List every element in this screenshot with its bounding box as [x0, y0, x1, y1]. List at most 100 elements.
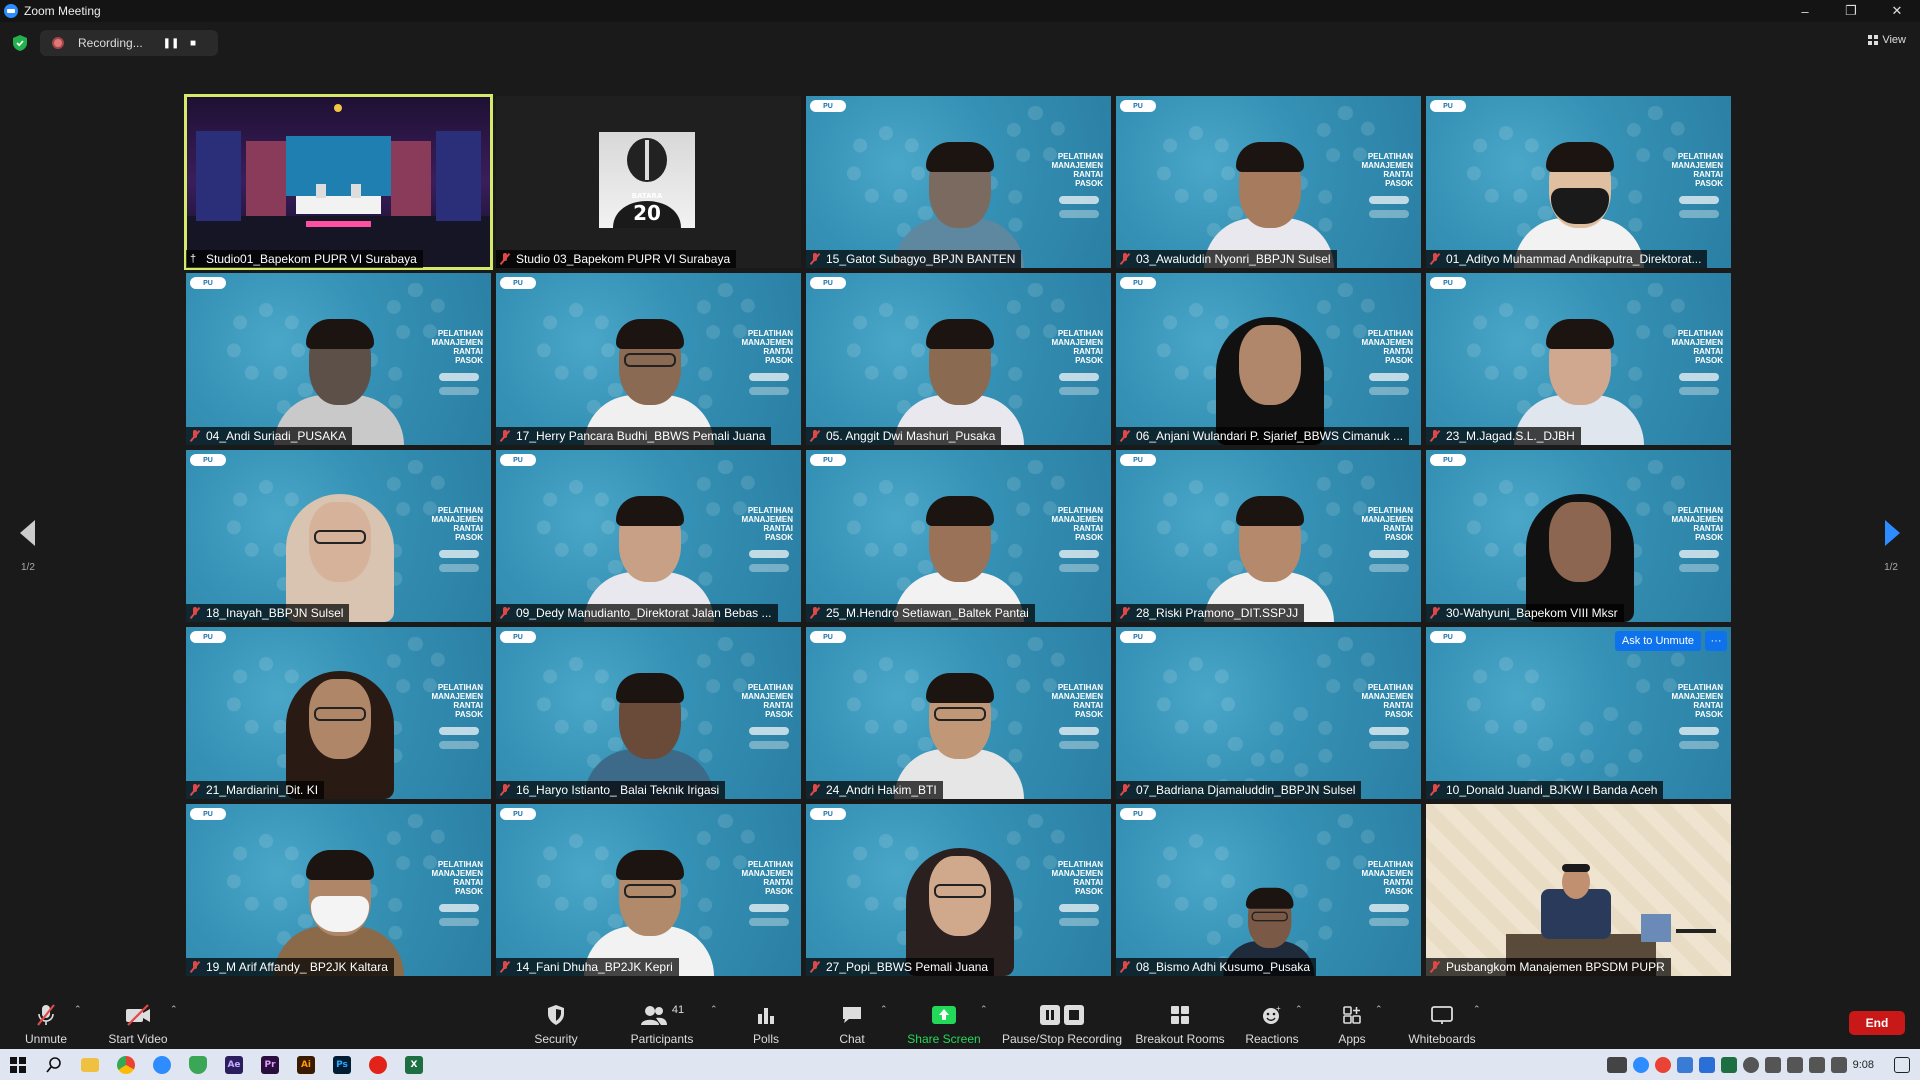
- participant-tile[interactable]: † Studio01_Bapekom PUPR VI Surabaya: [184, 94, 493, 270]
- banner-subtitle-pill: [1059, 564, 1099, 572]
- illustrator-icon[interactable]: Ai: [288, 1049, 324, 1080]
- unmute-button[interactable]: Unmute: [18, 990, 74, 1048]
- vpn-shield-icon[interactable]: [180, 1049, 216, 1080]
- acrobat-icon[interactable]: [360, 1049, 396, 1080]
- microphone-muted-icon: [1430, 784, 1440, 796]
- photoshop-icon[interactable]: Ps: [324, 1049, 360, 1080]
- after-effects-icon[interactable]: Ae: [216, 1049, 252, 1080]
- polls-button[interactable]: Polls: [744, 990, 788, 1048]
- banner-text: RANTAI PASOK: [763, 701, 793, 719]
- encryption-shield-icon[interactable]: [12, 34, 28, 52]
- participant-tile[interactable]: PU PELATIHAN MANAJEMEN RANTAI PASOK 25_M.Hen…: [806, 450, 1111, 622]
- zoom-tray-icon[interactable]: [1632, 1056, 1649, 1073]
- participant-tile[interactable]: 20 BATARA Studio 03_Bapekom PUPR VI Suraba…: [496, 96, 801, 268]
- reactions-label: Reactions: [1245, 1032, 1299, 1046]
- participant-tile[interactable]: PU PELATIHAN MANAJEMEN RANTAI PASOK 16_Haryo…: [496, 627, 801, 799]
- participant-tile[interactable]: PU PELATIHAN MANAJEMEN RANTAI PASOK 21_Mardi…: [186, 627, 491, 799]
- participant-tile[interactable]: Pusbangkom Manajemen BPSDM PUPR: [1426, 804, 1731, 976]
- volume-icon[interactable]: [1786, 1056, 1803, 1073]
- whiteboards-caret-icon[interactable]: ⌃: [1473, 1004, 1481, 1015]
- participant-tile[interactable]: PU PELATIHAN MANAJEMEN RANTAI PASOK 23_M.Jag…: [1426, 273, 1731, 445]
- participant-tile[interactable]: PU PELATIHAN MANAJEMEN RANTAI PASOK 06_Anjan…: [1116, 273, 1421, 445]
- reactions-button[interactable]: + Reactions: [1244, 990, 1300, 1048]
- security-button[interactable]: Security: [530, 990, 582, 1048]
- more-options-button[interactable]: ···: [1705, 631, 1727, 651]
- pu-logo: PU: [810, 277, 846, 289]
- participant-tile[interactable]: PU PELATIHAN MANAJEMEN RANTAI PASOK 05. Angg…: [806, 273, 1111, 445]
- chat-button[interactable]: Chat: [828, 990, 876, 1048]
- participant-tile[interactable]: PU PELATIHAN MANAJEMEN RANTAI PASOK 18_Inaya…: [186, 450, 491, 622]
- window-title: Zoom Meeting: [24, 4, 101, 18]
- banner-text: PELATIHAN: [1367, 860, 1413, 869]
- apps-caret-icon[interactable]: ⌃: [1375, 1004, 1383, 1015]
- participant-name: 25_M.Hendro Setiawan_Baltek Pantai: [826, 606, 1029, 620]
- video-options-caret-icon[interactable]: ⌃: [170, 1004, 178, 1015]
- stop-recording-button[interactable]: ■: [182, 32, 204, 54]
- participant-tile[interactable]: PU PELATIHAN MANAJEMEN RANTAI PASOK 28_Riski…: [1116, 450, 1421, 622]
- next-page-arrow-icon[interactable]: [1885, 520, 1900, 546]
- participant-tile[interactable]: PU PELATIHAN MANAJEMEN RANTAI PASOK 17_Herry…: [496, 273, 801, 445]
- participant-tile[interactable]: PU PELATIHAN MANAJEMEN RANTAI PASOK 09_Dedy …: [496, 450, 801, 622]
- notifications-icon[interactable]: [1894, 1056, 1910, 1073]
- view-button[interactable]: View: [1868, 34, 1906, 46]
- participant-tile[interactable]: PU PELATIHAN MANAJEMEN RANTAI PASOK 03_Awalu…: [1116, 96, 1421, 268]
- share-screen-button[interactable]: Share Screen: [906, 990, 982, 1048]
- participant-tile[interactable]: PU PELATIHAN MANAJEMEN RANTAI PASOK 07_Badri…: [1116, 627, 1421, 799]
- previous-page-arrow-icon[interactable]: [20, 520, 35, 546]
- network-app-icon[interactable]: [1676, 1056, 1693, 1073]
- breakout-rooms-button[interactable]: Breakout Rooms: [1135, 990, 1225, 1048]
- participants-button[interactable]: 41 Participants: [628, 990, 696, 1048]
- pu-logo: PU: [1430, 100, 1466, 112]
- chat-label: Chat: [839, 1032, 865, 1046]
- bluetooth-icon[interactable]: [1698, 1056, 1715, 1073]
- participant-tile[interactable]: PU PELATIHAN MANAJEMEN RANTAI PASOK 30-Wahyu…: [1426, 450, 1731, 622]
- participant-tile[interactable]: PU PELATIHAN MANAJEMEN RANTAI PASOK 15_Gatot…: [806, 96, 1111, 268]
- participant-tile[interactable]: PU PELATIHAN MANAJEMEN RANTAI PASOK 14_Fani …: [496, 804, 801, 976]
- pause-recording-button[interactable]: ❚❚: [160, 32, 182, 54]
- participant-tile[interactable]: PU PELATIHAN MANAJEMEN RANTAI PASOK 27_Popi_…: [806, 804, 1111, 976]
- reactions-caret-icon[interactable]: ⌃: [1295, 1004, 1303, 1015]
- participant-tile[interactable]: PU PELATIHAN MANAJEMEN RANTAI PASOK Ask to U…: [1426, 627, 1731, 799]
- chrome-tray-icon[interactable]: [1654, 1056, 1671, 1073]
- participant-name-tag: 01_Adityo Muhammad Andikaputra_Direktora…: [1426, 250, 1708, 268]
- banner-text: PELATIHAN: [747, 860, 793, 869]
- keyboard-icon[interactable]: [1606, 1056, 1627, 1073]
- participant-tile[interactable]: PU PELATIHAN MANAJEMEN RANTAI PASOK 19_M Ari…: [186, 804, 491, 976]
- restore-button[interactable]: ❐: [1828, 0, 1874, 22]
- file-explorer-icon[interactable]: [72, 1049, 108, 1080]
- participant-tile[interactable]: PU PELATIHAN MANAJEMEN RANTAI PASOK 24_Andri…: [806, 627, 1111, 799]
- excel-icon[interactable]: X: [396, 1049, 432, 1080]
- camera-tray-icon[interactable]: [1764, 1056, 1781, 1073]
- search-icon[interactable]: [36, 1049, 72, 1080]
- office-room-image: [1506, 864, 1716, 976]
- whiteboards-button[interactable]: Whiteboards: [1404, 990, 1480, 1048]
- chrome-icon[interactable]: [108, 1049, 144, 1080]
- close-button[interactable]: ✕: [1874, 0, 1920, 22]
- apps-button[interactable]: Apps: [1332, 990, 1372, 1048]
- minimize-button[interactable]: –: [1782, 0, 1828, 22]
- banner-subtitle-pill: [749, 918, 789, 926]
- wifi-icon[interactable]: [1830, 1056, 1847, 1073]
- display-icon[interactable]: [1808, 1056, 1825, 1073]
- participant-tile[interactable]: PU PELATIHAN MANAJEMEN RANTAI PASOK 08_Bismo…: [1116, 804, 1421, 976]
- training-banner: PELATIHAN MANAJEMEN RANTAI PASOK: [1355, 329, 1413, 365]
- share-screen-caret-icon[interactable]: ⌃: [980, 1004, 988, 1015]
- ask-to-unmute-button[interactable]: Ask to Unmute: [1614, 631, 1701, 651]
- zoom-taskbar-icon[interactable]: [144, 1049, 180, 1080]
- participant-tile[interactable]: PU PELATIHAN MANAJEMEN RANTAI PASOK 04_Andi …: [186, 273, 491, 445]
- start-video-button[interactable]: Start Video: [106, 990, 170, 1048]
- training-banner: PELATIHAN MANAJEMEN RANTAI PASOK: [1045, 329, 1103, 365]
- microphone-tray-icon[interactable]: [1742, 1056, 1759, 1073]
- participant-name: 28_Riski Pramono_DIT.SSPJJ: [1136, 606, 1299, 620]
- nvidia-icon[interactable]: [1720, 1056, 1737, 1073]
- participant-tile[interactable]: PU PELATIHAN MANAJEMEN RANTAI PASOK 01_Adity…: [1426, 96, 1731, 268]
- windows-start-icon[interactable]: [0, 1049, 36, 1080]
- premiere-icon[interactable]: Pr: [252, 1049, 288, 1080]
- participants-caret-icon[interactable]: ⌃: [710, 1004, 718, 1015]
- pause-stop-recording-button[interactable]: Pause/Stop Recording: [1000, 990, 1124, 1048]
- chat-caret-icon[interactable]: ⌃: [880, 1004, 888, 1015]
- end-meeting-button[interactable]: End: [1849, 1011, 1905, 1035]
- banner-text: PELATIHAN: [437, 329, 483, 338]
- audio-options-caret-icon[interactable]: ⌃: [74, 1004, 82, 1015]
- banner-date-pill: [1369, 373, 1409, 381]
